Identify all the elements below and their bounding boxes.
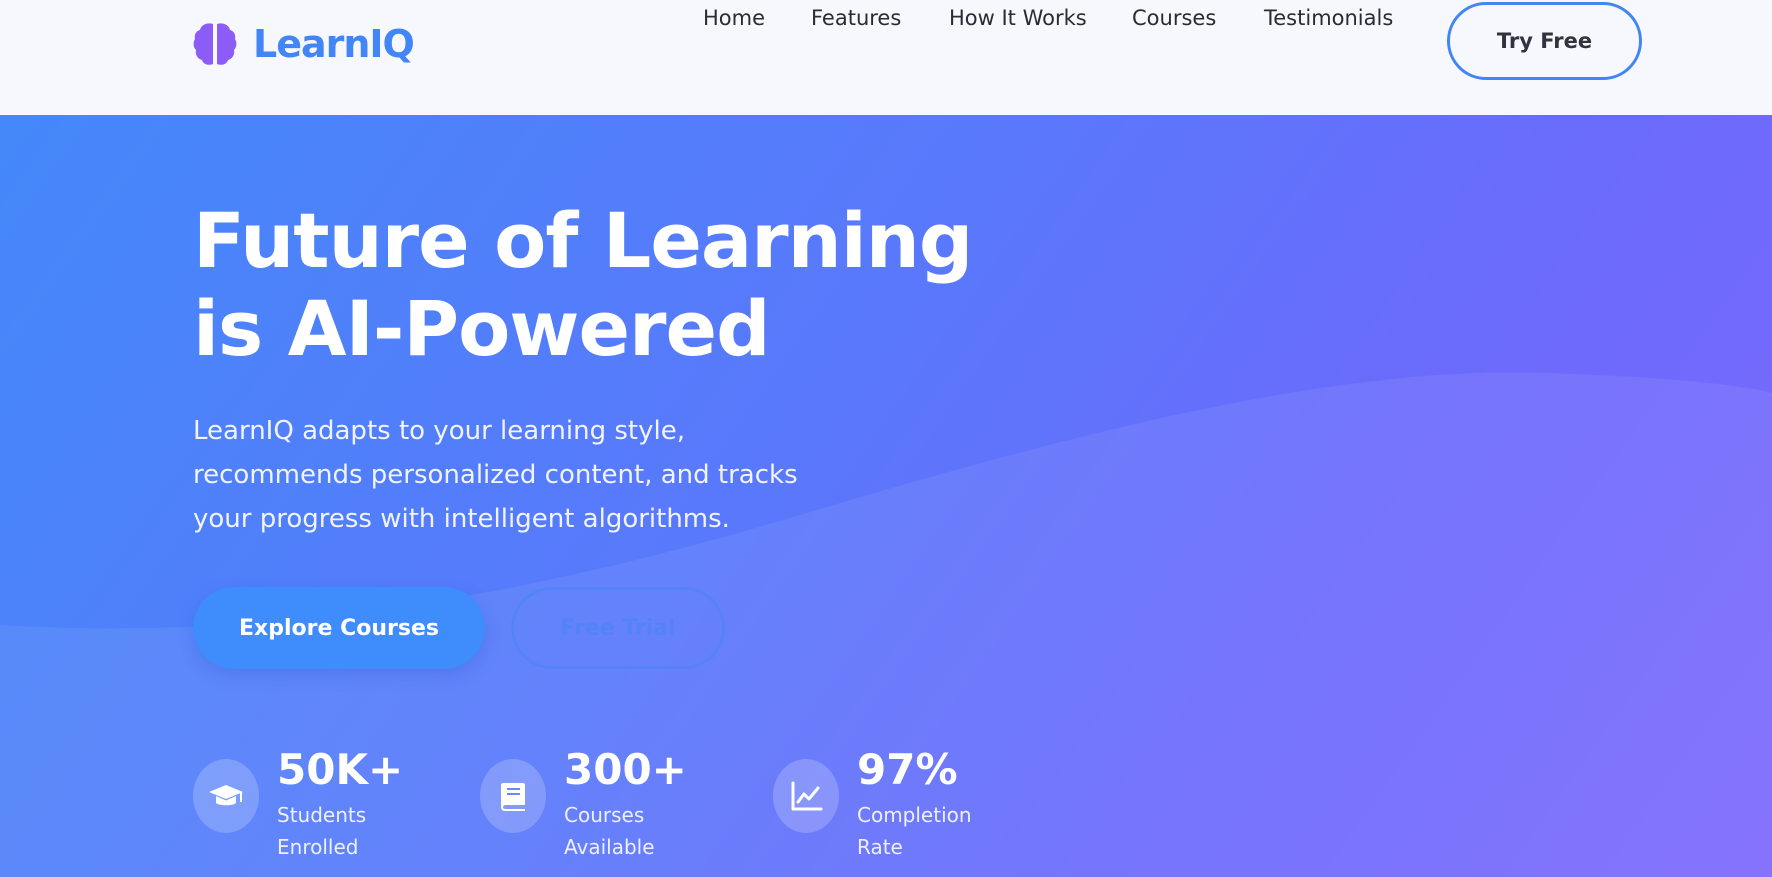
stat-icon-circle xyxy=(773,759,839,833)
nav-courses[interactable]: Courses xyxy=(1132,6,1216,30)
logo[interactable]: LearnIQ xyxy=(193,21,415,67)
nav-features[interactable]: Features xyxy=(811,6,901,30)
brain-icon xyxy=(193,23,237,65)
hero-title-line-2: is AI-Powered xyxy=(193,284,770,373)
free-trial-button[interactable]: Free Trial xyxy=(511,587,725,669)
brand-name: LearnIQ xyxy=(253,22,415,66)
hero-section: Future of Learning is AI-Powered LearnIQ… xyxy=(0,115,1772,877)
site-header: LearnIQ Home Features How It Works Cours… xyxy=(0,0,1772,115)
nav-how-it-works[interactable]: How It Works xyxy=(949,6,1087,30)
stat-courses: 300+ Courses Available xyxy=(480,745,724,863)
hero-title: Future of Learning is AI-Powered xyxy=(193,197,1093,373)
stat-icon-circle xyxy=(480,759,546,833)
hero-title-line-1: Future of Learning xyxy=(193,196,973,285)
chart-line-icon xyxy=(791,781,823,811)
stat-icon-circle xyxy=(193,759,259,833)
stat-label: Students Enrolled xyxy=(277,803,367,859)
stat-label: Completion Rate xyxy=(857,803,972,859)
try-free-button[interactable]: Try Free xyxy=(1447,2,1642,80)
explore-courses-button[interactable]: Explore Courses xyxy=(193,587,485,669)
stat-completion: 97% Completion Rate xyxy=(773,745,1017,863)
stat-value: 50K+ xyxy=(277,745,404,794)
book-icon xyxy=(501,783,525,811)
hero-description: LearnIQ adapts to your learning style, r… xyxy=(193,416,798,534)
nav-testimonials[interactable]: Testimonials xyxy=(1264,6,1393,30)
graduation-cap-icon xyxy=(209,785,243,806)
stat-value: 97% xyxy=(857,745,958,794)
stat-students: 50K+ Students Enrolled xyxy=(193,745,437,863)
stat-value: 300+ xyxy=(564,745,687,794)
nav-home[interactable]: Home xyxy=(703,6,765,30)
stat-label: Courses Available xyxy=(564,803,655,859)
